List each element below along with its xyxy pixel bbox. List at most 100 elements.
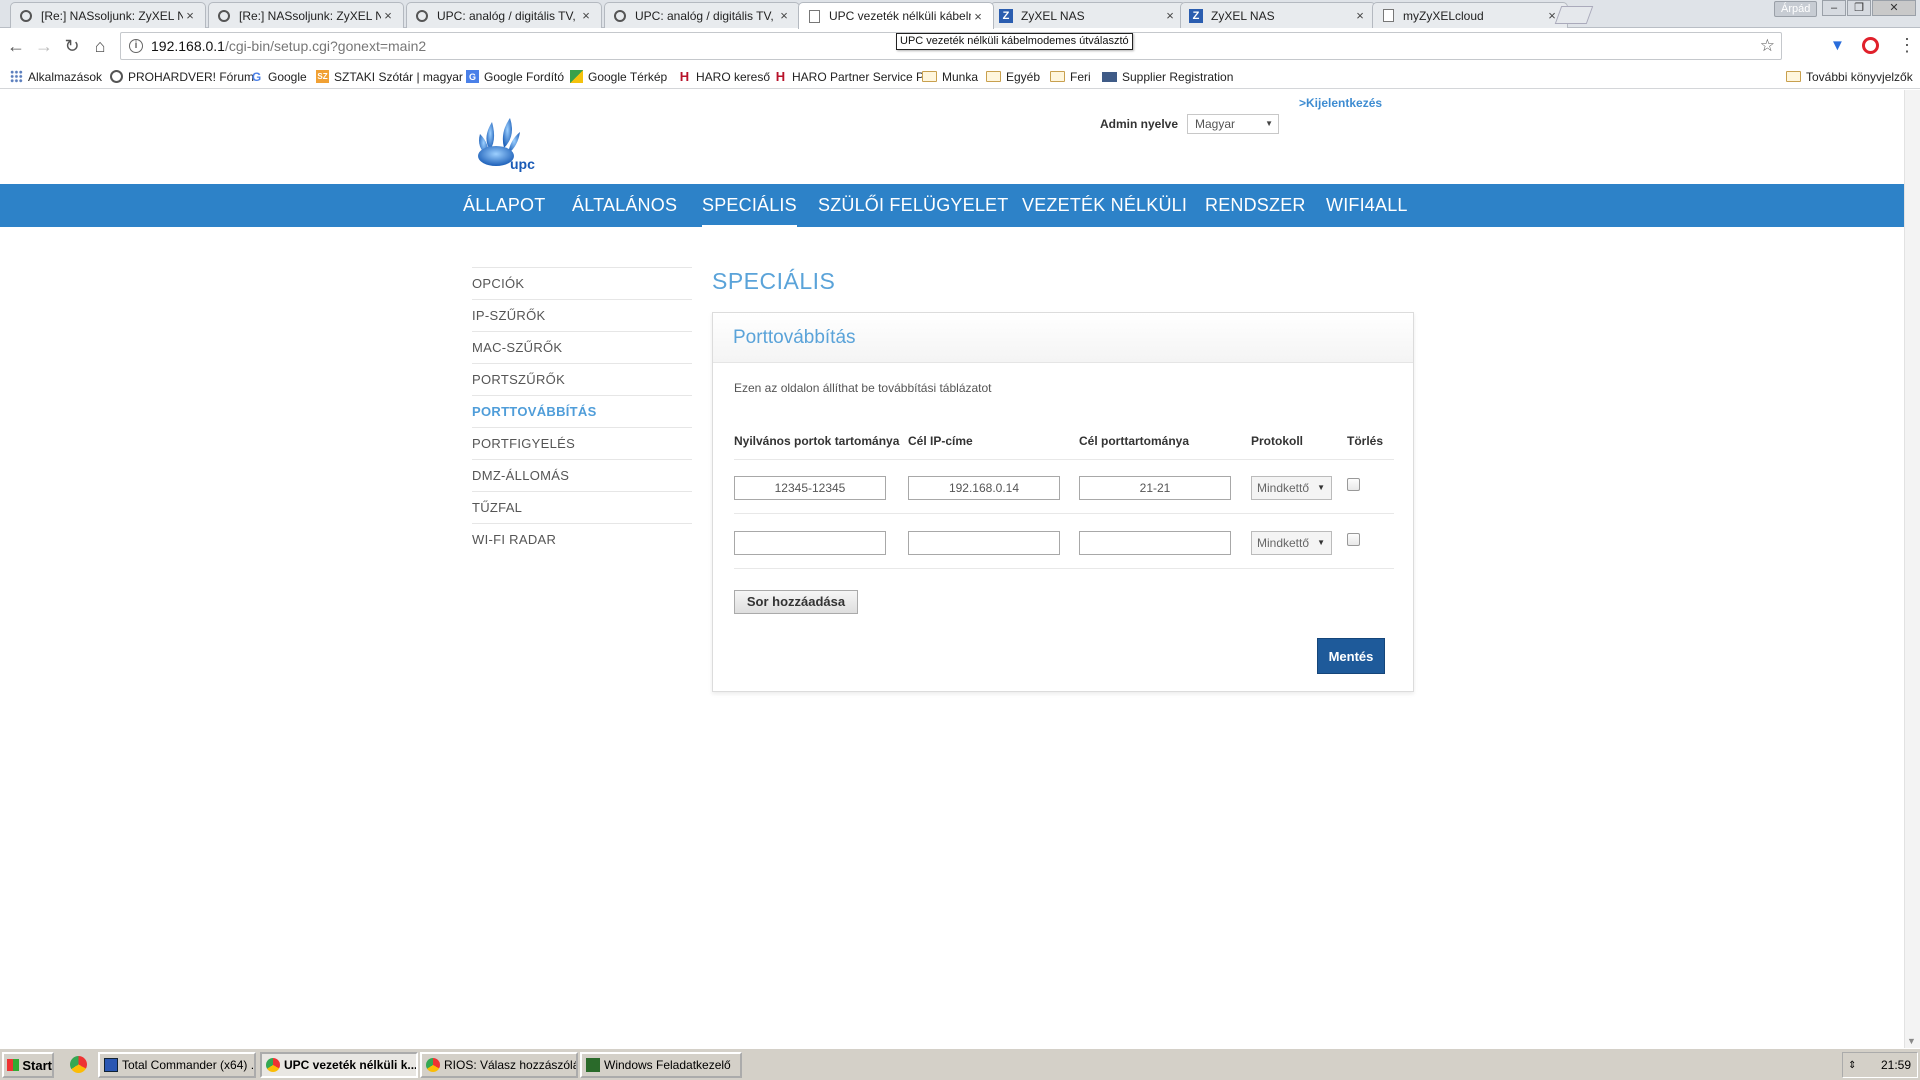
side-nav-item[interactable]: MAC-SZŰRŐK — [472, 331, 692, 363]
bookmark-label: Munka — [942, 69, 979, 84]
taskbar-button[interactable]: RIOS: Válasz hozzászólá... — [420, 1052, 578, 1078]
close-tab-icon[interactable]: × — [971, 9, 985, 24]
protocol-select[interactable]: Mindkettő ▼ — [1251, 476, 1332, 500]
maps-icon — [570, 70, 583, 83]
target-ip-input[interactable] — [908, 531, 1060, 555]
sztaki-icon: SZ — [316, 70, 329, 83]
bookmark-item[interactable]: Feri — [1050, 68, 1091, 85]
info-icon[interactable]: i — [129, 39, 143, 53]
nav-item[interactable]: VEZETÉK NÉLKÜLI — [1022, 184, 1187, 227]
browser-tab[interactable]: myZyXELcloud × — [1372, 2, 1568, 28]
translate-icon: G — [466, 70, 479, 83]
restore-icon[interactable]: ❐ — [1847, 0, 1871, 16]
browser-tab[interactable]: Z ZyXEL NAS × — [990, 2, 1186, 28]
close-tab-icon[interactable]: × — [579, 8, 593, 23]
bookmark-star-icon[interactable]: ☆ — [1760, 36, 1775, 56]
bookmark-item[interactable]: Munka — [922, 68, 978, 85]
side-nav-item[interactable]: WI-FI RADAR — [472, 523, 692, 555]
chevron-down-icon: ▼ — [1317, 538, 1325, 547]
close-tab-icon[interactable]: × — [381, 8, 395, 23]
profile-badge[interactable]: Árpád — [1774, 1, 1818, 17]
taskbar-button[interactable]: Total Commander (x64) ... — [98, 1052, 256, 1078]
bookmark-item[interactable]: H HARO Partner Service P — [774, 68, 924, 85]
other-bookmarks[interactable]: További könyvjelzők — [1786, 68, 1913, 85]
column-header-target-ports: Cél porttartománya — [1079, 434, 1190, 448]
browser-tab[interactable]: UPC: analóg / digitális TV, × — [604, 2, 800, 28]
new-tab-button[interactable] — [1554, 6, 1594, 24]
side-nav-item[interactable]: OPCIÓK — [472, 267, 692, 299]
public-ports-input[interactable] — [734, 476, 886, 500]
browser-menu-icon[interactable]: ⋮ — [1898, 36, 1916, 54]
chrome-icon — [266, 1058, 280, 1072]
tab-title: ZyXEL NAS — [1021, 8, 1085, 23]
browser-tab[interactable]: [Re:] NASsoljunk: ZyXEL N × — [10, 2, 206, 28]
side-nav-item[interactable]: TŰZFAL — [472, 491, 692, 523]
reload-icon[interactable]: ↻ — [62, 36, 82, 56]
bookmark-item[interactable]: Supplier Registration — [1102, 68, 1233, 85]
tray-expand-icon[interactable]: ⇕ — [1848, 1060, 1856, 1071]
public-ports-input[interactable] — [734, 531, 886, 555]
url-path: /cgi-bin/setup.cgi?gonext=main2 — [224, 38, 427, 54]
nav-item[interactable]: SPECIÁLIS — [702, 184, 797, 227]
bookmark-item[interactable]: G Google — [250, 68, 307, 85]
side-nav-item[interactable]: PORTTOVÁBBÍTÁS — [472, 395, 692, 427]
target-ports-input[interactable] — [1079, 476, 1231, 500]
save-button[interactable]: Mentés — [1317, 638, 1385, 674]
minimize-icon[interactable]: – — [1822, 0, 1846, 16]
apps-grid-icon — [10, 70, 23, 83]
chrome-quicklaunch-icon[interactable] — [70, 1056, 87, 1073]
bookmark-item[interactable]: Alkalmazások — [10, 68, 102, 85]
opera-extension-icon[interactable] — [1862, 37, 1879, 54]
router-page: upc >Kijelentkezés Admin nyelve Magyar ▼… — [0, 90, 1904, 1048]
nav-item[interactable]: ÁLLAPOT — [463, 184, 545, 227]
side-nav-item[interactable]: PORTSZŰRŐK — [472, 363, 692, 395]
side-nav-item[interactable]: PORTFIGYELÉS — [472, 427, 692, 459]
close-tab-icon[interactable]: × — [1163, 8, 1177, 23]
extension-pin-icon[interactable]: ▼ — [1830, 38, 1845, 54]
chevron-down-icon: ▼ — [1317, 483, 1325, 492]
browser-tab[interactable]: [Re:] NASsoljunk: ZyXEL N × — [208, 2, 404, 28]
column-header-public-ports: Nyilvános portok tartománya — [734, 434, 900, 448]
bookmark-item[interactable]: SZ SZTAKI Szótár | magyar — [316, 68, 463, 85]
protocol-select[interactable]: Mindkettő ▼ — [1251, 531, 1332, 555]
bookmark-item[interactable]: H HARO kereső — [678, 68, 770, 85]
tab-strip: [Re:] NASsoljunk: ZyXEL N × [Re:] NASsolju… — [0, 0, 1920, 29]
nav-item[interactable]: ÁLTALÁNOS — [572, 184, 677, 227]
scroll-down-icon[interactable]: ▼ — [1907, 1036, 1916, 1046]
close-tab-icon[interactable]: × — [1353, 8, 1367, 23]
browser-tab[interactable]: UPC vezeték nélküli kábelm × — [798, 2, 994, 29]
delete-checkbox[interactable] — [1347, 533, 1360, 546]
taskbar-button[interactable]: Windows Feladatkezelő — [580, 1052, 742, 1078]
tab-title: UPC: analóg / digitális TV, — [635, 8, 774, 23]
nav-item[interactable]: WIFI4ALL — [1326, 184, 1408, 227]
target-ip-input[interactable] — [908, 476, 1060, 500]
close-tab-icon[interactable]: × — [183, 8, 197, 23]
bookmark-item[interactable]: Egyéb — [986, 68, 1040, 85]
forward-icon[interactable]: → — [34, 36, 54, 56]
nav-item[interactable]: SZÜLŐI FELÜGYELET — [818, 184, 1008, 227]
logout-link[interactable]: >Kijelentkezés — [1299, 96, 1382, 110]
page-scrollbar[interactable] — [1904, 90, 1920, 1048]
side-nav-item[interactable]: DMZ-ÁLLOMÁS — [472, 459, 692, 491]
browser-tab[interactable]: UPC: analóg / digitális TV, × — [406, 2, 602, 28]
taskbar-button[interactable]: UPC vezeték nélküli k... — [260, 1052, 418, 1078]
browser-tab[interactable]: Z ZyXEL NAS × — [1180, 2, 1376, 28]
close-window-icon[interactable]: ✕ — [1872, 0, 1916, 16]
nav-item[interactable]: RENDSZER — [1205, 184, 1306, 227]
target-ports-input[interactable] — [1079, 531, 1231, 555]
delete-checkbox[interactable] — [1347, 478, 1360, 491]
panel-description: Ezen az oldalon állíthat be továbbítási … — [734, 381, 992, 395]
bookmark-item[interactable]: PROHARDVER! Fórum — [110, 68, 254, 85]
close-tab-icon[interactable]: × — [777, 8, 791, 23]
bookmark-item[interactable]: G Google Fordító — [466, 68, 564, 85]
back-icon[interactable]: ← — [6, 36, 26, 56]
tab-title: [Re:] NASsoljunk: ZyXEL N — [239, 8, 381, 23]
admin-language-select[interactable]: Magyar ▼ — [1187, 114, 1279, 134]
start-button[interactable]: Start — [2, 1052, 54, 1078]
home-icon[interactable]: ⌂ — [90, 36, 110, 56]
bookmarks-bar: Alkalmazások PROHARDVER! Fórum G Google SZ SZ… — [0, 64, 1920, 89]
bookmark-item[interactable]: Google Térkép — [570, 68, 667, 85]
add-row-button[interactable]: Sor hozzáadása — [734, 590, 858, 614]
side-nav-item[interactable]: IP-SZŰRŐK — [472, 299, 692, 331]
forum-favicon-icon — [19, 9, 33, 23]
